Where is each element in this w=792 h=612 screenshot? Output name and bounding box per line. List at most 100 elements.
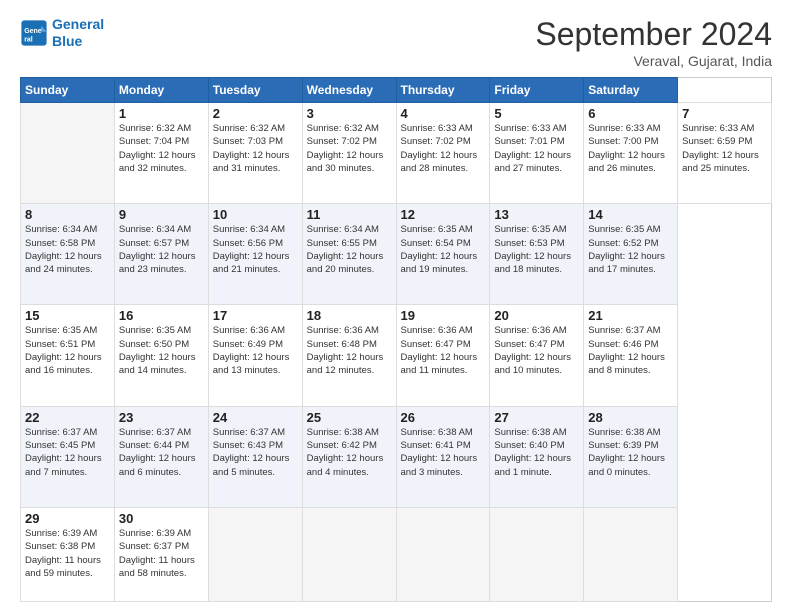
calendar-week-row: 8 Sunrise: 6:34 AMSunset: 6:58 PMDaylight… [21, 204, 772, 305]
calendar-cell: 11 Sunrise: 6:34 AMSunset: 6:55 PMDayligh… [302, 204, 396, 305]
day-number: 8 [25, 207, 110, 222]
day-number: 16 [119, 308, 204, 323]
calendar-cell: 12 Sunrise: 6:35 AMSunset: 6:54 PMDayligh… [396, 204, 490, 305]
day-number: 28 [588, 410, 673, 425]
cell-info: Sunrise: 6:39 AMSunset: 6:37 PMDaylight:… [119, 528, 195, 579]
day-number: 11 [307, 207, 392, 222]
cell-info: Sunrise: 6:35 AMSunset: 6:50 PMDaylight:… [119, 325, 196, 376]
calendar-cell: 17Sunrise: 6:36 AMSunset: 6:49 PMDayligh… [208, 305, 302, 406]
cell-info: Sunrise: 6:35 AMSunset: 6:54 PMDaylight:… [401, 224, 478, 275]
cell-info: Sunrise: 6:33 AMSunset: 7:00 PMDaylight:… [588, 123, 665, 174]
calendar-cell: 18 Sunrise: 6:36 AMSunset: 6:48 PMDayligh… [302, 305, 396, 406]
day-number: 21 [588, 308, 673, 323]
day-number: 12 [401, 207, 486, 222]
cell-info: Sunrise: 6:34 AMSunset: 6:55 PMDaylight:… [307, 224, 384, 275]
col-header-thursday: Thursday [396, 78, 490, 103]
calendar-cell: 25 Sunrise: 6:38 AMSunset: 6:42 PMDayligh… [302, 406, 396, 507]
day-number: 29 [25, 511, 110, 526]
day-number: 23 [119, 410, 204, 425]
calendar-cell: 19Sunrise: 6:36 AMSunset: 6:47 PMDayligh… [396, 305, 490, 406]
location: Veraval, Gujarat, India [535, 53, 772, 69]
cell-info: Sunrise: 6:38 AMSunset: 6:41 PMDaylight:… [401, 427, 478, 478]
logo-icon: Gene ral [20, 19, 48, 47]
calendar-cell [584, 507, 678, 601]
cell-info: Sunrise: 6:32 AMSunset: 7:04 PMDaylight:… [119, 123, 196, 174]
cell-info: Sunrise: 6:37 AMSunset: 6:43 PMDaylight:… [213, 427, 290, 478]
day-number: 1 [119, 106, 204, 121]
calendar-cell [490, 507, 584, 601]
cell-info: Sunrise: 6:35 AMSunset: 6:52 PMDaylight:… [588, 224, 665, 275]
day-number: 10 [213, 207, 298, 222]
day-number: 22 [25, 410, 110, 425]
cell-info: Sunrise: 6:36 AMSunset: 6:47 PMDaylight:… [494, 325, 571, 376]
calendar-cell: 24 Sunrise: 6:37 AMSunset: 6:43 PMDayligh… [208, 406, 302, 507]
day-number: 30 [119, 511, 204, 526]
calendar-cell: 7Sunrise: 6:33 AMSunset: 6:59 PMDaylight… [678, 103, 772, 204]
calendar-week-row: 15 Sunrise: 6:35 AMSunset: 6:51 PMDayligh… [21, 305, 772, 406]
day-number: 20 [494, 308, 579, 323]
calendar-cell: 14 Sunrise: 6:35 AMSunset: 6:52 PMDayligh… [584, 204, 678, 305]
calendar-cell: 13 Sunrise: 6:35 AMSunset: 6:53 PMDayligh… [490, 204, 584, 305]
header: Gene ral General Blue September 2024 Ver… [20, 16, 772, 69]
cell-info: Sunrise: 6:34 AMSunset: 6:58 PMDaylight:… [25, 224, 102, 275]
calendar-cell [302, 507, 396, 601]
cell-info: Sunrise: 6:35 AMSunset: 6:53 PMDaylight:… [494, 224, 571, 275]
cell-info: Sunrise: 6:37 AMSunset: 6:45 PMDaylight:… [25, 427, 102, 478]
cell-info: Sunrise: 6:36 AMSunset: 6:47 PMDaylight:… [401, 325, 478, 376]
cell-info: Sunrise: 6:33 AMSunset: 7:02 PMDaylight:… [401, 123, 478, 174]
page: Gene ral General Blue September 2024 Ver… [0, 0, 792, 612]
cell-info: Sunrise: 6:37 AMSunset: 6:44 PMDaylight:… [119, 427, 196, 478]
day-number: 2 [213, 106, 298, 121]
day-number: 24 [213, 410, 298, 425]
day-number: 15 [25, 308, 110, 323]
cell-info: Sunrise: 6:39 AMSunset: 6:38 PMDaylight:… [25, 528, 101, 579]
calendar-cell: 26 Sunrise: 6:38 AMSunset: 6:41 PMDayligh… [396, 406, 490, 507]
day-number: 14 [588, 207, 673, 222]
day-number: 13 [494, 207, 579, 222]
calendar-cell: 23 Sunrise: 6:37 AMSunset: 6:44 PMDayligh… [114, 406, 208, 507]
cell-info: Sunrise: 6:38 AMSunset: 6:42 PMDaylight:… [307, 427, 384, 478]
svg-text:ral: ral [24, 36, 33, 43]
calendar-cell: 21Sunrise: 6:37 AMSunset: 6:46 PMDayligh… [584, 305, 678, 406]
calendar-header-row: SundayMondayTuesdayWednesdayThursdayFrid… [21, 78, 772, 103]
calendar-cell: 3Sunrise: 6:32 AMSunset: 7:02 PMDaylight… [302, 103, 396, 204]
calendar-cell: 10Sunrise: 6:34 AMSunset: 6:56 PMDayligh… [208, 204, 302, 305]
calendar-cell: 8 Sunrise: 6:34 AMSunset: 6:58 PMDaylight… [21, 204, 115, 305]
calendar-week-row: 22 Sunrise: 6:37 AMSunset: 6:45 PMDayligh… [21, 406, 772, 507]
calendar-week-row: 29 Sunrise: 6:39 AMSunset: 6:38 PMDayligh… [21, 507, 772, 601]
calendar-cell: 30 Sunrise: 6:39 AMSunset: 6:37 PMDayligh… [114, 507, 208, 601]
cell-info: Sunrise: 6:33 AMSunset: 6:59 PMDaylight:… [682, 123, 759, 174]
empty-cell [21, 103, 115, 204]
cell-info: Sunrise: 6:35 AMSunset: 6:51 PMDaylight:… [25, 325, 102, 376]
logo-line1: General [52, 16, 104, 32]
calendar-cell: 4Sunrise: 6:33 AMSunset: 7:02 PMDaylight… [396, 103, 490, 204]
cell-info: Sunrise: 6:34 AMSunset: 6:57 PMDaylight:… [119, 224, 196, 275]
logo: Gene ral General Blue [20, 16, 104, 50]
svg-text:Gene: Gene [24, 28, 42, 35]
calendar-cell [208, 507, 302, 601]
calendar-cell: 2Sunrise: 6:32 AMSunset: 7:03 PMDaylight… [208, 103, 302, 204]
col-header-friday: Friday [490, 78, 584, 103]
calendar-cell: 6Sunrise: 6:33 AMSunset: 7:00 PMDaylight… [584, 103, 678, 204]
calendar-cell: 27Sunrise: 6:38 AMSunset: 6:40 PMDayligh… [490, 406, 584, 507]
day-number: 5 [494, 106, 579, 121]
calendar-table: SundayMondayTuesdayWednesdayThursdayFrid… [20, 77, 772, 602]
col-header-tuesday: Tuesday [208, 78, 302, 103]
col-header-sunday: Sunday [21, 78, 115, 103]
day-number: 3 [307, 106, 392, 121]
cell-info: Sunrise: 6:33 AMSunset: 7:01 PMDaylight:… [494, 123, 571, 174]
calendar-cell: 29 Sunrise: 6:39 AMSunset: 6:38 PMDayligh… [21, 507, 115, 601]
logo-line2: Blue [52, 33, 82, 49]
day-number: 25 [307, 410, 392, 425]
calendar-cell: 16 Sunrise: 6:35 AMSunset: 6:50 PMDayligh… [114, 305, 208, 406]
calendar-cell: 28Sunrise: 6:38 AMSunset: 6:39 PMDayligh… [584, 406, 678, 507]
day-number: 18 [307, 308, 392, 323]
calendar-cell: 9Sunrise: 6:34 AMSunset: 6:57 PMDaylight… [114, 204, 208, 305]
calendar-cell: 22 Sunrise: 6:37 AMSunset: 6:45 PMDayligh… [21, 406, 115, 507]
cell-info: Sunrise: 6:36 AMSunset: 6:48 PMDaylight:… [307, 325, 384, 376]
month-title: September 2024 [535, 16, 772, 53]
calendar-cell: 15 Sunrise: 6:35 AMSunset: 6:51 PMDayligh… [21, 305, 115, 406]
day-number: 26 [401, 410, 486, 425]
title-block: September 2024 Veraval, Gujarat, India [535, 16, 772, 69]
day-number: 17 [213, 308, 298, 323]
